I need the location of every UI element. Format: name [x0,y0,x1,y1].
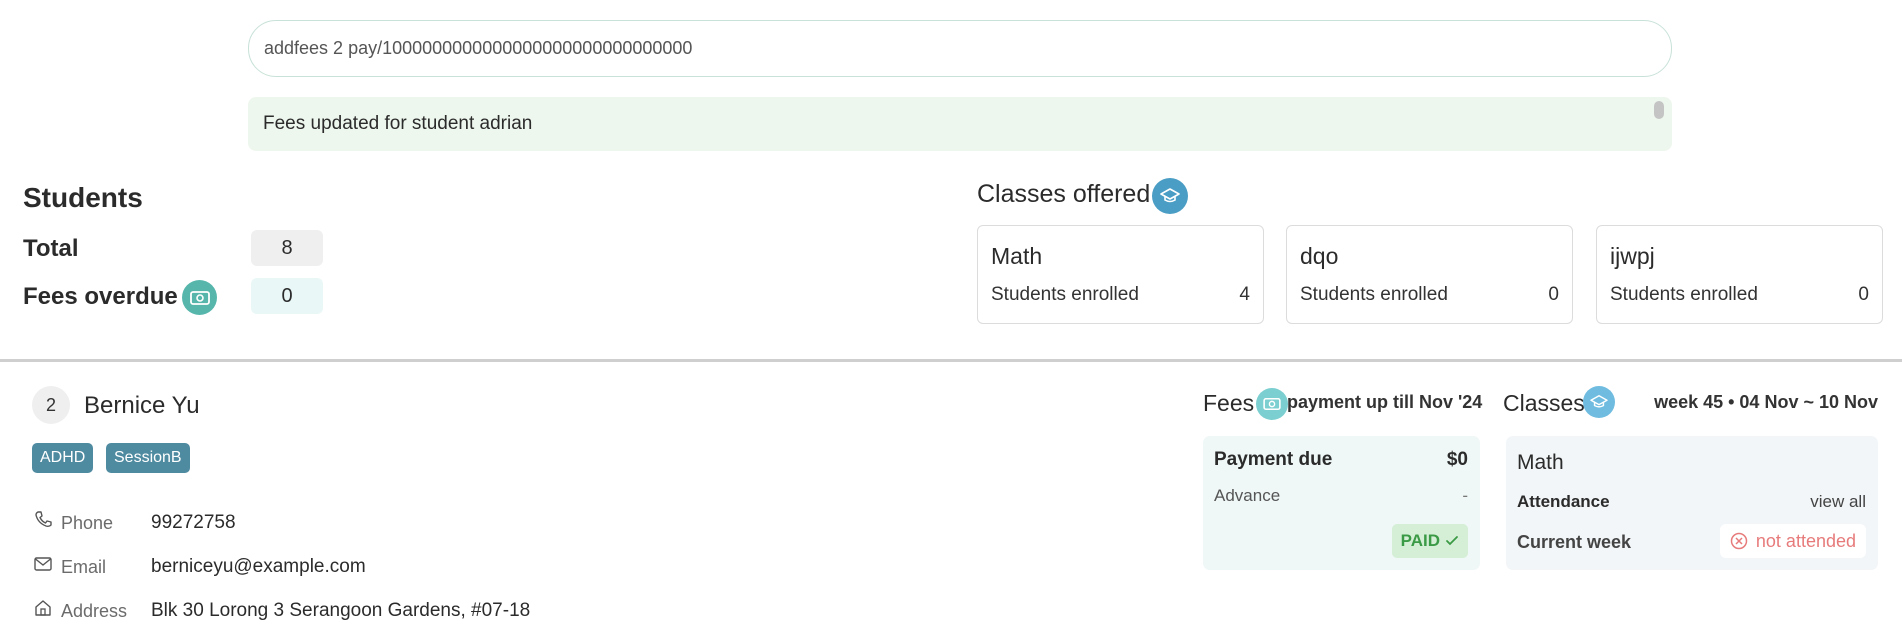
address-label: Address [61,601,128,621]
class-name: dqo [1300,243,1339,269]
command-result-box: Fees updated for student adrian [248,97,1672,151]
money-icon [1256,388,1288,420]
student-index-badge: 2 [32,386,70,424]
email-label: Email [61,557,107,577]
paid-status-badge: PAID [1391,524,1468,558]
total-value: 8 [251,230,323,266]
graduation-cap-icon [1583,386,1615,418]
students-enrolled-label: Students enrolled [991,284,1139,305]
class-detail-name: Math [1517,451,1564,474]
x-circle-icon [1730,532,1748,550]
class-card[interactable]: Math Students enrolled 4 [977,225,1264,324]
money-icon [182,280,217,315]
email-icon [34,557,52,571]
total-label: Total [23,235,79,262]
fees-overdue-label: Fees overdue [23,283,178,310]
class-name: Math [991,243,1043,269]
payment-due-value: $0 [1446,449,1468,470]
phone-value: 99272758 [151,512,236,533]
students-enrolled-label: Students enrolled [1300,284,1448,305]
tag-badge: SessionB [106,443,190,473]
class-detail-card: Math Attendance view all Current week no… [1506,436,1878,570]
phone-icon [35,511,52,528]
class-card[interactable]: ijwpj Students enrolled 0 [1596,225,1883,324]
attendance-label: Attendance [1517,492,1610,511]
class-name: ijwpj [1610,243,1655,269]
command-result-text: Fees updated for student adrian [263,113,533,134]
students-enrolled-count: 4 [1239,284,1250,305]
classes-offered-title: Classes offered [977,180,1151,208]
students-enrolled-count: 0 [1858,284,1869,305]
view-all-link[interactable]: view all [1810,492,1866,512]
attendance-status-badge: not attended [1719,524,1866,558]
result-scrollbar[interactable] [1654,101,1664,119]
payment-due-label: Payment due [1214,449,1333,470]
week-range: week 45 • 04 Nov ~ 10 Nov [1654,392,1878,412]
home-icon [35,600,51,616]
fees-payment-note: payment up till Nov '24 [1287,392,1483,412]
tag-badge: ADHD [32,443,94,473]
advance-value: - [1462,486,1468,505]
paid-status-text: PAID [1400,531,1440,550]
phone-label: Phone [61,513,114,533]
classes-title: Classes [1503,390,1585,416]
command-input[interactable] [248,20,1672,77]
fees-card: Payment due $0 Advance - PAID [1203,436,1480,570]
current-week-label: Current week [1517,532,1632,552]
students-enrolled-count: 0 [1548,284,1559,305]
students-title: Students [23,182,143,213]
advance-label: Advance [1214,486,1281,505]
graduation-cap-icon [1152,178,1188,214]
address-value: Blk 30 Lorong 3 Serangoon Gardens, #07-1… [151,600,531,621]
fees-title: Fees [1203,390,1255,416]
section-divider [0,359,1902,362]
student-name: Bernice Yu [84,392,200,419]
class-card[interactable]: dqo Students enrolled 0 [1286,225,1573,324]
students-enrolled-label: Students enrolled [1610,284,1758,305]
check-money-icon [1446,536,1458,546]
fees-overdue-value: 0 [251,278,323,314]
attendance-status-text: not attended [1755,530,1856,551]
email-value: berniceyu@example.com [151,556,366,577]
